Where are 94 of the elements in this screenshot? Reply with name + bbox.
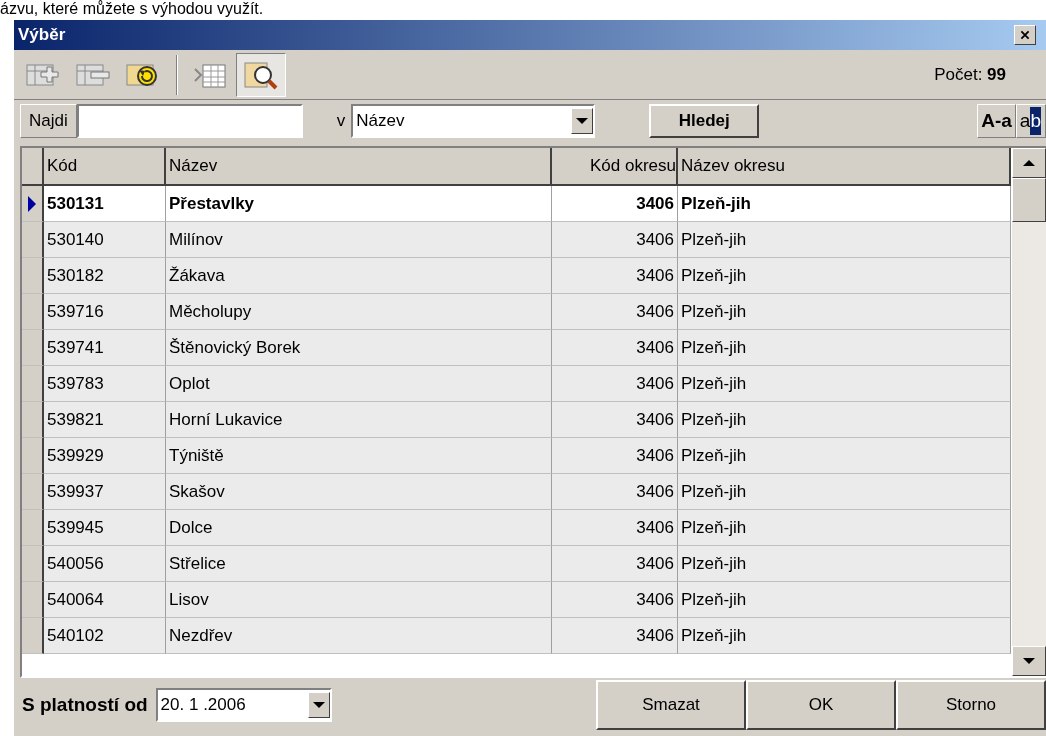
- table-cell: 3406: [552, 510, 678, 546]
- table-cell: Týniště: [166, 438, 552, 474]
- row-indicator[interactable]: [22, 366, 44, 402]
- table-cell: 3406: [552, 258, 678, 294]
- table-cell: Nezdřev: [166, 618, 552, 654]
- scroll-up-icon[interactable]: [1012, 148, 1046, 178]
- dialog-button[interactable]: Storno: [896, 680, 1046, 730]
- table-cell: Plzeň-jih: [678, 258, 1011, 294]
- table-cell: 3406: [552, 186, 678, 222]
- table-cell: 3406: [552, 438, 678, 474]
- table-cell: 3406: [552, 618, 678, 654]
- row-indicator[interactable]: [22, 258, 44, 294]
- table-cell: 539929: [44, 438, 166, 474]
- table-cell: Žákava: [166, 258, 552, 294]
- table-cell: Plzeň-jih: [678, 186, 1011, 222]
- table-cell: 3406: [552, 582, 678, 618]
- table-cell: 540102: [44, 618, 166, 654]
- table-cell: 539937: [44, 474, 166, 510]
- table-cell: Oplot: [166, 366, 552, 402]
- search-button[interactable]: [236, 52, 286, 97]
- table-cell: Plzeň-jih: [678, 474, 1011, 510]
- row-indicator[interactable]: [22, 330, 44, 366]
- row-indicator[interactable]: [22, 294, 44, 330]
- row-indicator[interactable]: [22, 222, 44, 258]
- valid-from-label: S platností od: [22, 692, 148, 717]
- table-cell: Horní Lukavice: [166, 402, 552, 438]
- dialog-button[interactable]: OK: [746, 680, 896, 730]
- table-cell: Plzeň-jih: [678, 402, 1011, 438]
- field-dropdown[interactable]: Název: [351, 104, 596, 138]
- table-cell: 3406: [552, 330, 678, 366]
- table-cell: Plzeň-jih: [678, 222, 1011, 258]
- scrollbar[interactable]: [1012, 148, 1046, 676]
- window-title: Výběr: [18, 24, 66, 47]
- table-cell: Plzeň-jih: [678, 546, 1011, 582]
- table-cell: Plzeň-jih: [678, 582, 1011, 618]
- row-indicator[interactable]: [22, 510, 44, 546]
- in-label: v: [336, 110, 346, 133]
- row-indicator[interactable]: [22, 474, 44, 510]
- table-cell: Plzeň-jih: [678, 618, 1011, 654]
- find-label: Najdi: [20, 104, 77, 138]
- date-field[interactable]: 20. 1 .2006: [155, 688, 332, 722]
- page-text: ázvu, které můžete s výhodou využít.: [0, 0, 264, 18]
- scroll-down-icon[interactable]: [1012, 646, 1046, 676]
- table-cell: Milínov: [166, 222, 552, 258]
- table-cell: 3406: [552, 294, 678, 330]
- table-cell: Skašov: [166, 474, 552, 510]
- table-cell: Plzeň-jih: [678, 438, 1011, 474]
- scroll-thumb[interactable]: [1012, 178, 1046, 222]
- table-cell: 530140: [44, 222, 166, 258]
- match-toggle[interactable]: ab: [1015, 104, 1046, 138]
- search-field[interactable]: [76, 104, 303, 138]
- table-cell: 3406: [552, 222, 678, 258]
- dialog-button[interactable]: Smazat: [596, 680, 746, 730]
- table-cell: Plzeň-jih: [678, 294, 1011, 330]
- column-header[interactable]: Název okresu: [678, 148, 1011, 186]
- row-indicator[interactable]: [22, 438, 44, 474]
- table-cell: Lisov: [166, 582, 552, 618]
- search-button[interactable]: Hledej: [649, 104, 760, 138]
- date-value: 20. 1 .2006: [160, 694, 246, 717]
- close-icon[interactable]: [1014, 25, 1036, 45]
- row-indicator[interactable]: [22, 186, 44, 222]
- dropdown-value: Název: [356, 110, 405, 133]
- table-cell: 3406: [552, 402, 678, 438]
- current-row-icon: [28, 195, 36, 212]
- table-cell: 540064: [44, 582, 166, 618]
- table-cell: Plzeň-jih: [678, 510, 1011, 546]
- table-cell: 530182: [44, 258, 166, 294]
- table-cell: 3406: [552, 546, 678, 582]
- table-cell: 539821: [44, 402, 166, 438]
- row-indicator[interactable]: [22, 618, 44, 654]
- table-cell: 530131: [44, 186, 166, 222]
- record-count: Počet: 99: [934, 63, 1006, 86]
- table-cell: Plzeň-jih: [678, 366, 1011, 402]
- table-cell: Dolce: [166, 510, 552, 546]
- table-cell: 539945: [44, 510, 166, 546]
- table-cell: 539716: [44, 294, 166, 330]
- table-cell: 3406: [552, 366, 678, 402]
- column-header[interactable]: Kód okresu: [552, 148, 678, 186]
- table-cell: 540056: [44, 546, 166, 582]
- table-cell: Štěnovický Borek: [166, 330, 552, 366]
- row-indicator[interactable]: [22, 402, 44, 438]
- table-cell: Střelice: [166, 546, 552, 582]
- table-cell: Měcholupy: [166, 294, 552, 330]
- table-cell: Přestavlky: [166, 186, 552, 222]
- row-indicator[interactable]: [22, 546, 44, 582]
- row-indicator[interactable]: [22, 582, 44, 618]
- header-cell: [22, 148, 44, 186]
- table-cell: Plzeň-jih: [678, 330, 1011, 366]
- case-toggle[interactable]: A-a: [977, 104, 1016, 138]
- table-cell: 3406: [552, 474, 678, 510]
- column-header[interactable]: Kód: [44, 148, 166, 186]
- column-header[interactable]: Název: [166, 148, 552, 186]
- table-cell: 539741: [44, 330, 166, 366]
- table-cell: 539783: [44, 366, 166, 402]
